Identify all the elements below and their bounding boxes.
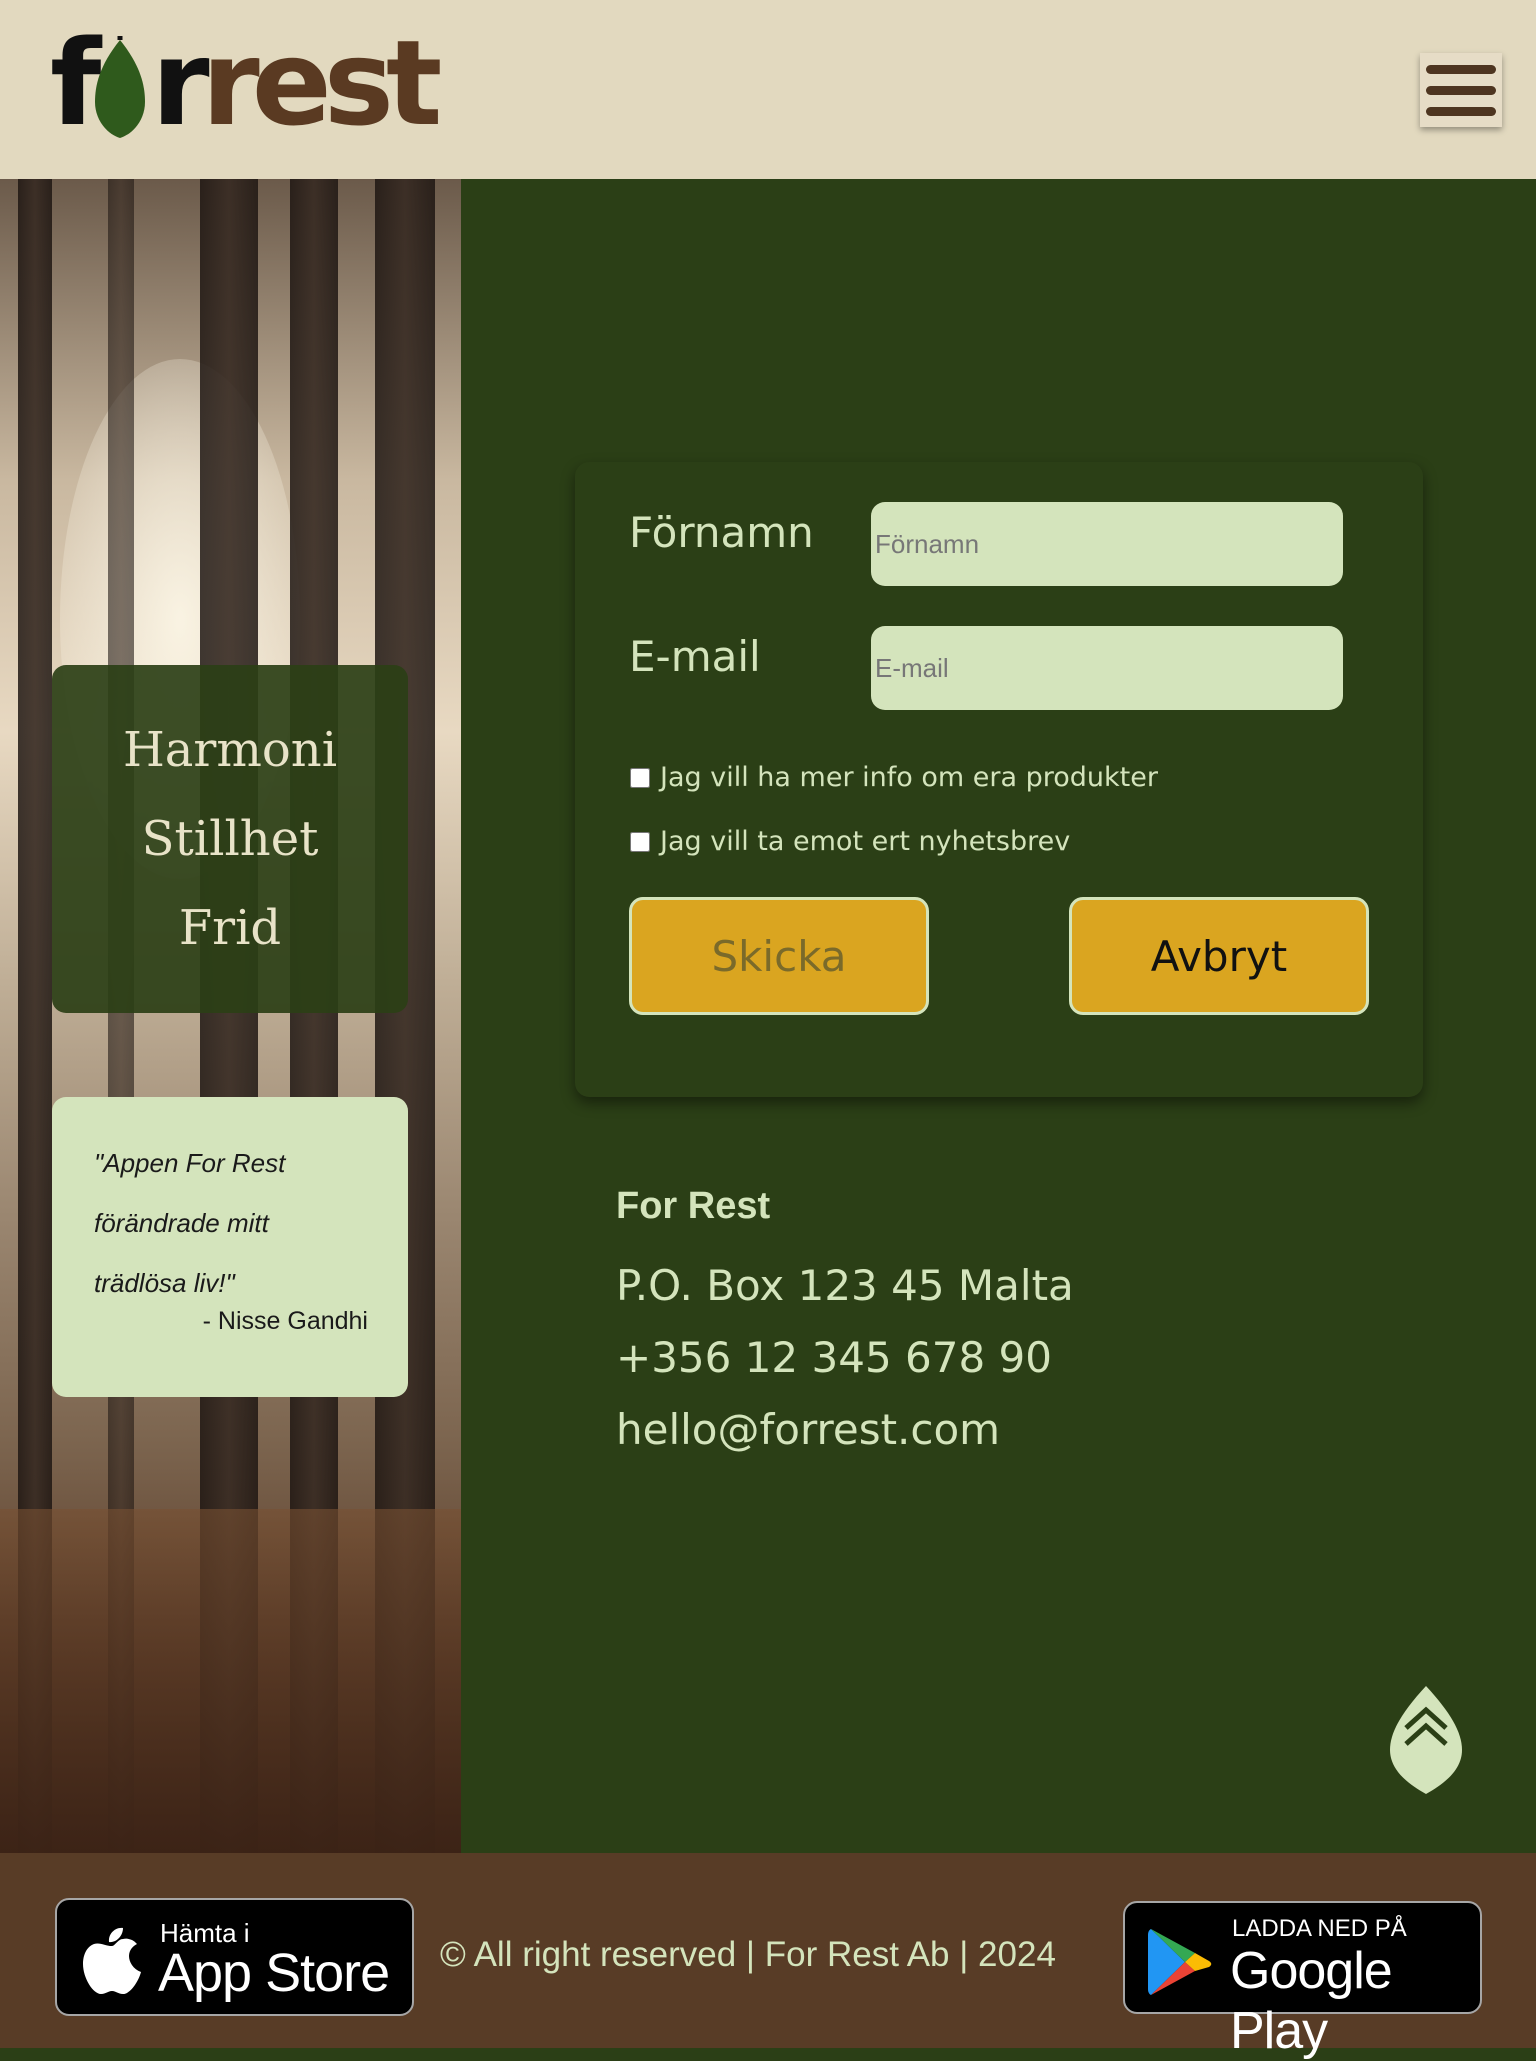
- newsletter-checkbox-row[interactable]: Jag vill ta emot ert nyhetsbrev: [630, 826, 1070, 857]
- info-checkbox-row[interactable]: Jag vill ha mer info om era produkter: [630, 762, 1158, 793]
- google-play-badge[interactable]: LADDA NED PÅ Google Play: [1123, 1901, 1482, 2060]
- leaf-logo-icon: [95, 36, 146, 138]
- hamburger-line: [1426, 85, 1496, 95]
- harmony-word: Frid: [178, 899, 282, 956]
- apple-icon: [83, 1927, 141, 1994]
- harmony-word: Stillhet: [141, 810, 319, 867]
- app-store-badge[interactable]: Hämta i App Store: [55, 1898, 414, 2016]
- harmony-card: Harmoni Stillhet Frid: [52, 665, 408, 1013]
- company-name: For Rest: [616, 1185, 771, 1227]
- info-checkbox-label: Jag vill ha mer info om era produkter: [660, 762, 1158, 793]
- contact-form: Förnamn E-mail Jag vill ha mer info om e…: [575, 462, 1423, 1097]
- company-phone: +356 12 345 678 90: [616, 1333, 1052, 1382]
- info-checkbox[interactable]: [630, 767, 650, 788]
- contact-info: For Rest P.O. Box 123 45 Malta +356 12 3…: [616, 1185, 1074, 1466]
- testimonial-line: "Appen For Rest: [94, 1148, 286, 1178]
- site-header: f r rest: [0, 0, 1536, 179]
- harmony-word: Harmoni: [122, 721, 338, 778]
- forest-path-ground: [0, 1509, 461, 1853]
- forrest-logo[interactable]: f r rest: [50, 24, 442, 142]
- forest-background-image: Harmoni Stillhet Frid "Appen For Rest fö…: [0, 179, 461, 1853]
- google-play-small-text: LADDA NED PÅ: [1232, 1915, 1407, 1942]
- app-store-big-text: App Store: [158, 1943, 390, 2003]
- hamburger-line: [1426, 64, 1496, 74]
- newsletter-checkbox[interactable]: [630, 831, 650, 852]
- google-play-icon: [1148, 1929, 1212, 1995]
- company-address: P.O. Box 123 45 Malta: [616, 1261, 1074, 1310]
- copyright-text: © All right reserved | For Rest Ab | 202…: [440, 1935, 1056, 1974]
- newsletter-checkbox-label: Jag vill ta emot ert nyhetsbrev: [660, 826, 1071, 857]
- scroll-to-top-icon[interactable]: [1388, 1684, 1464, 1796]
- logo-word-rest: rest: [201, 14, 443, 152]
- submit-button[interactable]: Skicka: [629, 897, 929, 1015]
- google-play-big-text: Google Play: [1230, 1942, 1393, 2060]
- hamburger-menu-button[interactable]: [1420, 53, 1502, 127]
- testimonial-line: förändrade mitt: [94, 1208, 269, 1238]
- firstname-input[interactable]: [871, 502, 1343, 586]
- email-input[interactable]: [871, 626, 1343, 710]
- email-label: E-mail: [629, 632, 761, 681]
- site-footer: Hämta i App Store © All right reserved |…: [0, 1853, 1536, 2060]
- testimonial-line: trädlösa liv!": [94, 1268, 235, 1298]
- logo-letter-f: f: [50, 14, 101, 152]
- cancel-button[interactable]: Avbryt: [1069, 897, 1369, 1015]
- hamburger-line: [1426, 106, 1496, 116]
- company-email: hello@forrest.com: [616, 1405, 1001, 1454]
- testimonial-card: "Appen For Rest förändrade mitt trädlösa…: [52, 1097, 408, 1397]
- logo-letter-r: r: [151, 14, 209, 152]
- firstname-label: Förnamn: [629, 508, 814, 557]
